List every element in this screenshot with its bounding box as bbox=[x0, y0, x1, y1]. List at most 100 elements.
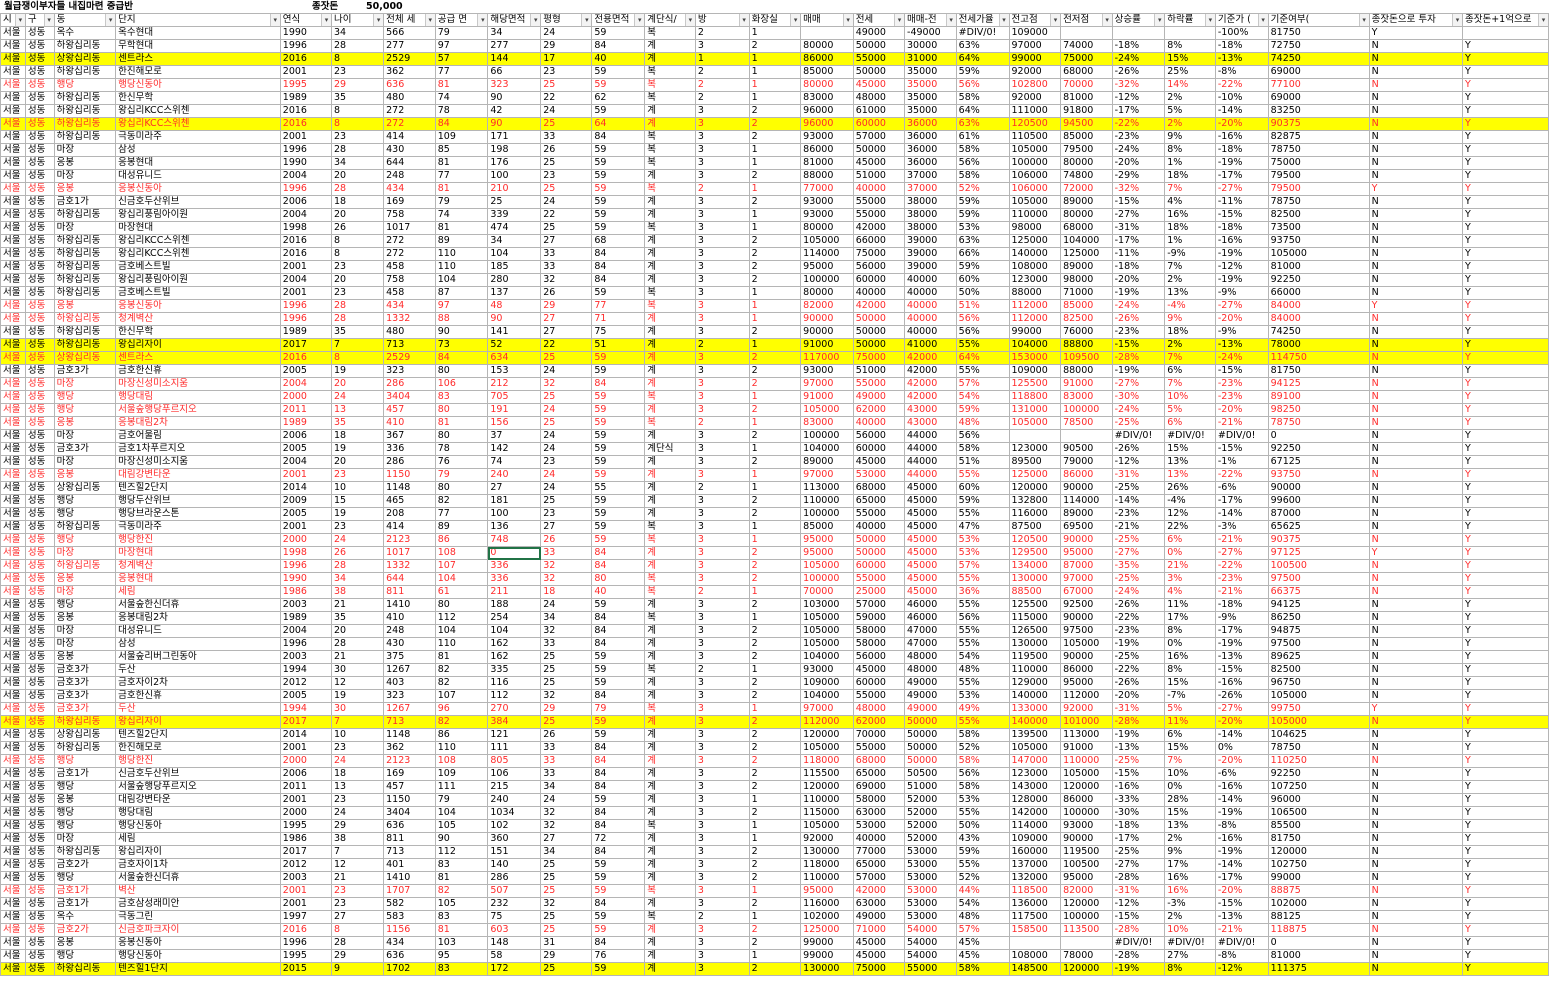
table-cell[interactable]: 34 bbox=[540, 611, 593, 625]
table-cell[interactable]: Y bbox=[1461, 533, 1549, 547]
table-cell[interactable]: Y bbox=[1461, 338, 1549, 352]
table-cell[interactable]: 3 bbox=[694, 858, 750, 872]
table-cell[interactable]: 23 bbox=[540, 169, 593, 183]
table-cell[interactable]: 20 bbox=[330, 208, 385, 222]
table-cell[interactable]: 9% bbox=[1164, 845, 1216, 859]
table-cell[interactable]: 서울 bbox=[0, 104, 26, 118]
table-cell[interactable]: N bbox=[1368, 923, 1463, 937]
table-cell[interactable]: 계 bbox=[644, 650, 696, 664]
table-cell[interactable]: 69500 bbox=[1060, 520, 1113, 534]
table-cell[interactable]: -25% bbox=[1111, 572, 1166, 586]
table-cell[interactable]: 56000 bbox=[852, 429, 906, 443]
table-cell[interactable]: 52% bbox=[955, 871, 1010, 885]
table-cell[interactable]: 응봉 bbox=[53, 793, 117, 807]
table-cell[interactable]: -19% bbox=[1111, 286, 1166, 300]
table-cell[interactable]: 335 bbox=[487, 663, 542, 677]
table-cell[interactable]: 59 bbox=[591, 871, 646, 885]
table-cell[interactable]: 하왕십리동 bbox=[53, 260, 117, 274]
table-cell[interactable]: 2017 bbox=[279, 845, 332, 859]
table-cell[interactable]: 98000 bbox=[1008, 221, 1062, 235]
table-cell[interactable]: 왕십리KCC스위첸 bbox=[115, 247, 281, 261]
table-cell[interactable]: Y bbox=[1461, 598, 1549, 612]
table-cell[interactable]: 53% bbox=[955, 546, 1010, 560]
table-cell[interactable]: 110 bbox=[434, 247, 489, 261]
table-cell[interactable]: 성동 bbox=[24, 845, 55, 859]
table-cell[interactable]: 81 bbox=[434, 221, 489, 235]
table-cell[interactable]: 80000 bbox=[800, 39, 854, 53]
table-cell[interactable]: 금호2가 bbox=[53, 923, 117, 937]
table-cell[interactable]: 3 bbox=[694, 897, 750, 911]
table-cell[interactable]: 6% bbox=[1164, 364, 1216, 378]
table-cell[interactable]: Y bbox=[1461, 897, 1549, 911]
table-cell[interactable]: 25 bbox=[487, 195, 542, 209]
table-cell[interactable]: N bbox=[1368, 416, 1463, 430]
table-cell[interactable]: 29 bbox=[540, 949, 593, 963]
table-cell[interactable]: 367 bbox=[383, 429, 436, 443]
table-cell[interactable]: 86 bbox=[434, 728, 489, 742]
table-cell[interactable]: 90 bbox=[434, 325, 489, 339]
table-cell[interactable]: -9% bbox=[1164, 247, 1216, 261]
table-cell[interactable]: 70000 bbox=[800, 585, 854, 599]
table-cell[interactable]: 336 bbox=[487, 572, 542, 586]
column-header[interactable]: 계단식/▾ bbox=[644, 13, 696, 27]
table-cell[interactable]: 2 bbox=[748, 845, 802, 859]
table-cell[interactable]: N bbox=[1368, 481, 1463, 495]
table-cell[interactable]: -4% bbox=[1164, 299, 1216, 313]
table-cell[interactable]: N bbox=[1368, 858, 1463, 872]
table-cell[interactable]: 81000 bbox=[1267, 260, 1370, 274]
table-cell[interactable]: 24 bbox=[540, 442, 593, 456]
filter-dropdown-icon[interactable]: ▾ bbox=[634, 14, 644, 26]
table-cell[interactable]: 1 bbox=[694, 52, 750, 66]
table-cell[interactable]: 1150 bbox=[383, 468, 436, 482]
table-cell[interactable]: 75000 bbox=[852, 351, 906, 365]
table-cell[interactable]: 금호3가 bbox=[53, 676, 117, 690]
table-cell[interactable]: 2016 bbox=[279, 234, 332, 248]
table-cell[interactable]: 세림 bbox=[115, 832, 281, 846]
table-cell[interactable]: 28 bbox=[330, 143, 385, 157]
table-cell[interactable]: 47000 bbox=[904, 637, 957, 651]
table-cell[interactable]: 84 bbox=[591, 806, 646, 820]
table-cell[interactable]: -100% bbox=[1214, 26, 1269, 40]
table-cell[interactable]: 38000 bbox=[904, 221, 957, 235]
table-cell[interactable]: 왕십리자이 bbox=[115, 715, 281, 729]
table-cell[interactable]: 51000 bbox=[852, 169, 906, 183]
table-cell[interactable]: 2 bbox=[748, 507, 802, 521]
table-cell[interactable]: 49000 bbox=[852, 390, 906, 404]
table-cell[interactable]: 22 bbox=[540, 91, 593, 105]
table-cell[interactable]: 87000 bbox=[1267, 507, 1370, 521]
table-cell[interactable]: 3 bbox=[694, 351, 750, 365]
table-cell[interactable]: 23 bbox=[330, 130, 385, 144]
table-cell[interactable]: 행당 bbox=[53, 507, 117, 521]
table-cell[interactable]: 121 bbox=[487, 728, 542, 742]
table-cell[interactable]: -15% bbox=[1111, 767, 1166, 781]
table-cell[interactable]: 30 bbox=[330, 702, 385, 716]
table-cell[interactable]: 서울 bbox=[0, 143, 26, 157]
table-cell[interactable]: 73500 bbox=[1267, 221, 1370, 235]
table-cell[interactable]: 24 bbox=[330, 806, 385, 820]
table-cell[interactable]: 2016 bbox=[279, 104, 332, 118]
table-cell[interactable]: 87500 bbox=[1008, 520, 1062, 534]
table-cell[interactable]: 59 bbox=[591, 208, 646, 222]
table-cell[interactable]: 1996 bbox=[279, 312, 332, 326]
table-cell[interactable]: 105000 bbox=[1060, 767, 1113, 781]
table-cell[interactable]: 59 bbox=[591, 26, 646, 40]
table-cell[interactable]: 서울 bbox=[0, 260, 26, 274]
table-cell[interactable]: 2004 bbox=[279, 169, 332, 183]
table-cell[interactable]: 성동 bbox=[24, 416, 55, 430]
table-cell[interactable]: 26 bbox=[540, 728, 593, 742]
table-cell[interactable]: 38 bbox=[330, 832, 385, 846]
table-cell[interactable]: 계 bbox=[644, 624, 696, 638]
table-cell[interactable]: 360 bbox=[487, 832, 542, 846]
table-cell[interactable]: 3 bbox=[694, 936, 750, 950]
table-cell[interactable]: 옥수현대 bbox=[115, 26, 281, 40]
table-cell[interactable]: 59% bbox=[955, 260, 1010, 274]
table-cell[interactable]: 129500 bbox=[1008, 546, 1062, 560]
table-cell[interactable]: -19% bbox=[1111, 637, 1166, 651]
table-cell[interactable]: Y bbox=[1461, 546, 1549, 560]
table-cell[interactable]: 마장 bbox=[53, 637, 117, 651]
table-cell[interactable]: 응봉 bbox=[53, 611, 117, 625]
table-cell[interactable]: 105000 bbox=[1008, 143, 1062, 157]
table-cell[interactable]: 2% bbox=[1164, 338, 1216, 352]
table-cell[interactable]: 23 bbox=[540, 507, 593, 521]
table-cell[interactable]: 81 bbox=[434, 923, 489, 937]
